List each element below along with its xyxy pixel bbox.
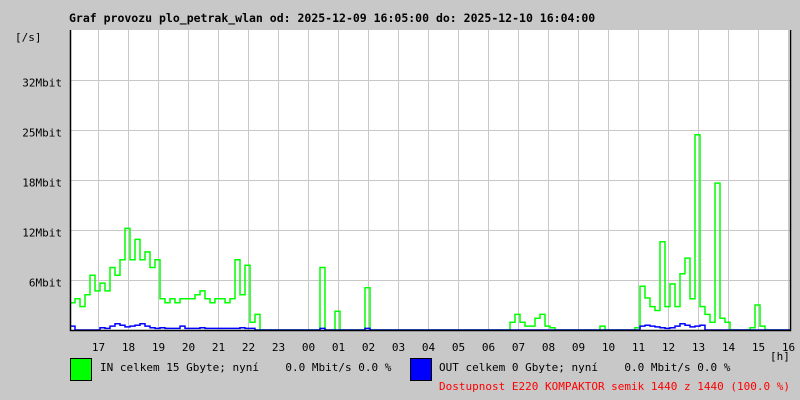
legend-in-text: IN celkem 15 Gbyte; nyní 0.0 Mbit/s 0.0 … xyxy=(100,361,392,374)
legend-out-swatch xyxy=(410,358,432,381)
legend-out-text: OUT celkem 0 Gbyte; nyní 0.0 Mbit/s 0.0 … xyxy=(439,361,731,374)
traffic-chart xyxy=(69,30,792,332)
availability-text: Dostupnost E220 KOMPAKTOR semik 1440 z 1… xyxy=(439,380,790,393)
legend-in-swatch xyxy=(70,358,92,381)
